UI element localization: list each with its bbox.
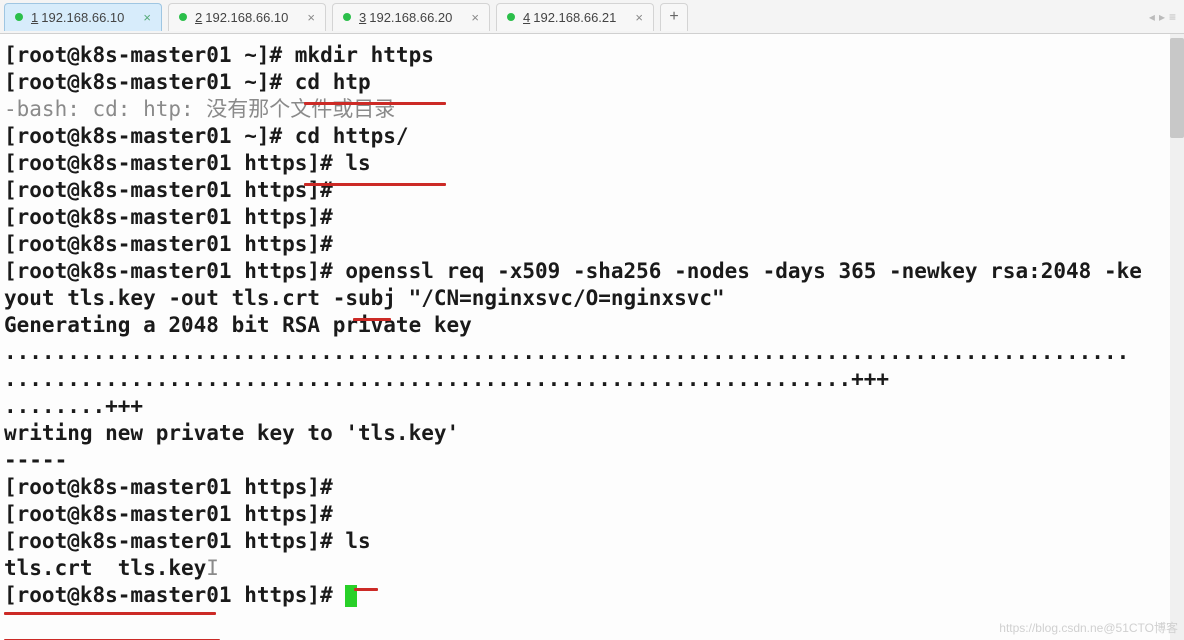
status-dot-icon xyxy=(179,13,187,21)
tab-label: 192.168.66.21 xyxy=(533,10,616,25)
watermark-text: https://blog.csdn.ne@51CTO博客 xyxy=(999,619,1178,636)
annotation-underline xyxy=(353,318,391,321)
tab-bar: 1 192.168.66.10 × 2 192.168.66.10 × 3 19… xyxy=(0,0,1184,34)
status-dot-icon xyxy=(15,13,23,21)
scrollbar-vertical[interactable] xyxy=(1170,34,1184,640)
annotation-underline xyxy=(4,612,216,615)
tab-number: 1 xyxy=(31,10,38,25)
status-dot-icon xyxy=(343,13,351,21)
nav-left-icon[interactable]: ◂ xyxy=(1149,10,1155,24)
annotation-underline xyxy=(304,183,446,186)
tab-number: 4 xyxy=(523,10,530,25)
tab-nav-controls: ◂ ▸ ≡ xyxy=(1149,10,1184,24)
nav-menu-icon[interactable]: ≡ xyxy=(1169,10,1176,24)
tab-label: 192.168.66.10 xyxy=(205,10,288,25)
terminal-output[interactable]: [root@k8s-master01 ~]# mkdir https[root@… xyxy=(0,34,1184,613)
new-tab-button[interactable]: + xyxy=(660,3,688,31)
close-icon[interactable]: × xyxy=(299,10,315,25)
tab-number: 2 xyxy=(195,10,202,25)
tab-2[interactable]: 2 192.168.66.10 × xyxy=(168,3,326,31)
annotation-underline xyxy=(304,102,446,105)
tab-1[interactable]: 1 192.168.66.10 × xyxy=(4,3,162,31)
plus-icon: + xyxy=(669,8,678,26)
scrollbar-thumb[interactable] xyxy=(1170,38,1184,138)
tab-label: 192.168.66.10 xyxy=(41,10,124,25)
close-icon[interactable]: × xyxy=(627,10,643,25)
nav-right-icon[interactable]: ▸ xyxy=(1159,10,1165,24)
tab-number: 3 xyxy=(359,10,366,25)
tab-label: 192.168.66.20 xyxy=(369,10,452,25)
tab-3[interactable]: 3 192.168.66.20 × xyxy=(332,3,490,31)
status-dot-icon xyxy=(507,13,515,21)
tab-4[interactable]: 4 192.168.66.21 × xyxy=(496,3,654,31)
annotation-underline xyxy=(354,588,378,591)
terminal-pane: [root@k8s-master01 ~]# mkdir https[root@… xyxy=(0,34,1184,640)
close-icon[interactable]: × xyxy=(463,10,479,25)
close-icon[interactable]: × xyxy=(135,10,151,25)
